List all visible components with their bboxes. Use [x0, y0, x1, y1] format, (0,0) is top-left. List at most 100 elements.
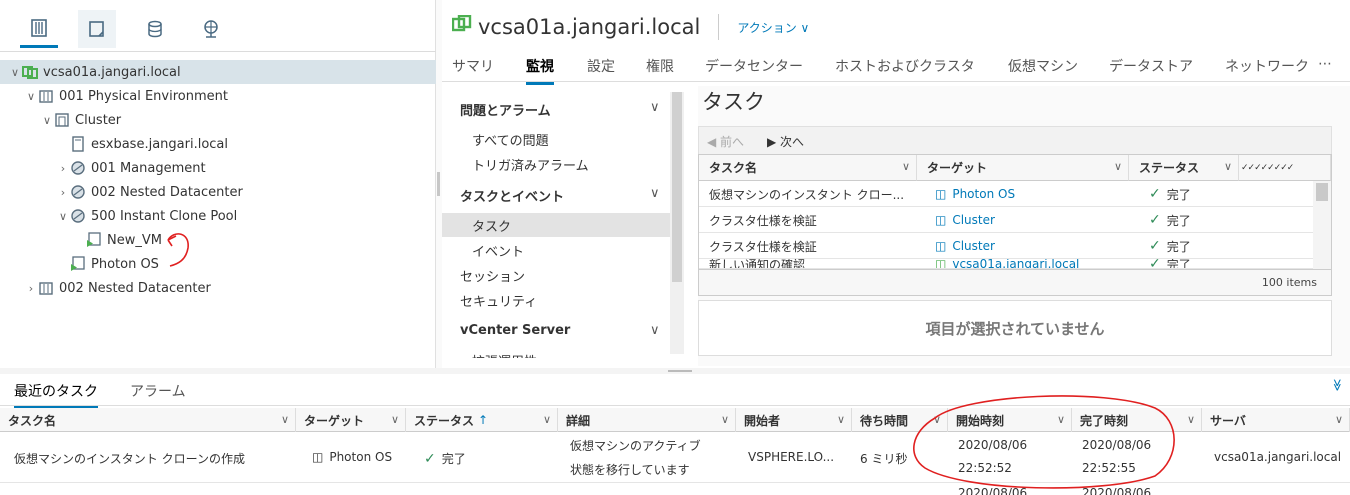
cell-target-link[interactable]: ◫ Photon OS	[935, 181, 1015, 207]
table-row[interactable]: 新しい通知の確認 ◫ vcsa01a.jangari.local ✓ 完了	[699, 259, 1313, 269]
tree-node-datacenter[interactable]: ∨ 001 Physical Environment	[0, 84, 436, 108]
chevron-right-icon[interactable]: ›	[56, 186, 70, 199]
cell-server-link[interactable]: vcsa01a.jangari.local	[1214, 450, 1341, 464]
check-icon: ✓	[1149, 259, 1161, 269]
tab-monitor[interactable]: 監視	[526, 56, 554, 85]
table-row[interactable]: クラスタ仕様を検証 ◫ Cluster ✓ 完了	[699, 233, 1313, 259]
nav-item-security[interactable]: セキュリティ	[442, 288, 670, 312]
column-header-status[interactable]: ステータス ↑ ∨	[406, 408, 558, 432]
chevron-down-icon[interactable]: ∨	[391, 413, 399, 426]
tab-configure[interactable]: 設定	[587, 56, 615, 82]
column-header-label: ステータス	[414, 413, 475, 428]
column-header-target[interactable]: ターゲット ∨	[917, 155, 1129, 181]
chevron-down-icon[interactable]: ∨	[1187, 413, 1195, 426]
tab-alarms[interactable]: アラーム	[130, 381, 186, 406]
chevron-down-icon[interactable]: ∨	[837, 413, 845, 426]
column-header-task-name[interactable]: タスク名 ∨	[699, 155, 917, 181]
column-header-label: 詳細	[566, 413, 591, 428]
tree-node-cluster[interactable]: ∨ Cluster	[0, 108, 436, 132]
tree-node-vm[interactable]: New_VM	[0, 228, 436, 252]
networking-tab[interactable]	[192, 10, 230, 48]
chevron-down-icon[interactable]: ∨	[281, 413, 289, 426]
tab-networks[interactable]: ネットワーク	[1225, 56, 1309, 82]
storage-tab[interactable]	[136, 10, 174, 48]
nav-item-triggered-alarms[interactable]: トリガ済みアラーム	[442, 152, 670, 176]
resource-pool-icon	[70, 184, 86, 200]
nav-section-tasks-events[interactable]: タスクとイベント ∨	[460, 186, 660, 205]
hosts-clusters-tab[interactable]	[20, 10, 58, 48]
tab-permissions[interactable]: 権限	[646, 56, 674, 82]
tab-hosts-clusters[interactable]: ホストおよびクラスタ	[835, 56, 975, 82]
tree-node-label: New_VM	[107, 232, 162, 248]
scrollbar-thumb[interactable]	[672, 92, 682, 282]
column-header-task-name[interactable]: タスク名 ∨	[0, 408, 296, 432]
chevron-right-icon[interactable]: ›	[24, 282, 38, 295]
prev-page-button[interactable]: ◀ 前へ	[707, 133, 744, 150]
tree-node-resource-pool[interactable]: › 001 Management	[0, 156, 436, 180]
cell-target-link[interactable]: ◫ vcsa01a.jangari.local	[935, 259, 1079, 269]
chevron-down-icon[interactable]: ∨	[24, 90, 38, 103]
tab-datacenters[interactable]: データセンター	[705, 56, 803, 82]
cell-target-link[interactable]: ◫ Cluster	[935, 233, 995, 259]
tab-recent-tasks[interactable]: 最近のタスク	[14, 381, 98, 409]
tree-node-resource-pool[interactable]: ∨ 500 Instant Clone Pool	[0, 204, 436, 228]
nav-section-issues[interactable]: 問題とアラーム ∨	[460, 100, 660, 119]
column-header-details[interactable]: 詳細 ∨	[558, 408, 736, 432]
tab-vms[interactable]: 仮想マシン	[1008, 56, 1078, 82]
tree-node-vm[interactable]: Photon OS	[0, 252, 436, 276]
splitter-grip[interactable]	[437, 172, 440, 196]
chevron-down-icon[interactable]: ∨	[1335, 413, 1343, 426]
pager: ◀ 前へ ▶ 次へ	[698, 126, 1332, 154]
vms-templates-tab[interactable]	[78, 10, 116, 48]
table-row[interactable]: 仮想マシンのインスタント クロー... ◫ Photon OS ✓ 完了	[699, 181, 1313, 207]
cluster-icon	[54, 112, 70, 128]
table-row[interactable]: クラスタ仕様を検証 ◫ Cluster ✓ 完了	[699, 207, 1313, 233]
nav-section-vcenter-server[interactable]: vCenter Server ∨	[460, 323, 660, 338]
nav-item-partial[interactable]: 拡張運用性	[442, 348, 670, 359]
cell-target-link[interactable]: ◫ Cluster	[935, 207, 995, 233]
chevron-down-icon[interactable]: ∨	[1224, 160, 1232, 173]
tree-node-vcenter[interactable]: ∨ vcsa01a.jangari.local	[0, 60, 436, 84]
splitter-grip[interactable]	[668, 370, 692, 372]
datacenter-icon	[38, 88, 54, 104]
nav-item-events[interactable]: イベント	[442, 238, 670, 262]
column-header-target[interactable]: ターゲット ∨	[296, 408, 406, 432]
scrollbar-thumb[interactable]	[1316, 183, 1328, 201]
vcenter-icon: ◫	[935, 259, 947, 269]
resource-pool-icon	[70, 160, 86, 176]
nav-scrollbar[interactable]	[670, 92, 684, 354]
tab-summary[interactable]: サマリ	[452, 56, 494, 82]
tree-node-host[interactable]: esxbase.jangari.local	[0, 132, 436, 156]
cluster-icon: ◫	[935, 213, 947, 227]
tree-node-label: 002 Nested Datacenter	[59, 280, 211, 296]
nav-item-sessions[interactable]: セッション	[442, 263, 670, 287]
cell-task-name: クラスタ仕様を検証	[709, 239, 817, 254]
next-page-button[interactable]: ▶ 次へ	[767, 133, 804, 150]
chevron-down-icon[interactable]: ∨	[721, 413, 729, 426]
sort-ascending-icon[interactable]: ↑	[478, 413, 488, 427]
column-header-status[interactable]: ステータス ∨	[1129, 155, 1239, 181]
column-header-collapsed[interactable]: ✓✓✓✓✓✓✓✓	[1239, 155, 1331, 181]
chevron-down-icon[interactable]: ∨	[543, 413, 551, 426]
tree-node-resource-pool[interactable]: › 002 Nested Datacenter	[0, 180, 436, 204]
chevron-down-icon[interactable]: ∨	[902, 160, 910, 173]
tab-datastores[interactable]: データストア	[1109, 56, 1193, 82]
more-tabs-button[interactable]: ⋯	[1318, 56, 1332, 78]
vcenter-icon	[22, 64, 38, 80]
chevron-down-icon[interactable]: ∨	[1114, 160, 1122, 173]
chevron-right-icon[interactable]: ›	[56, 162, 70, 175]
target-label: Photon OS	[952, 187, 1016, 201]
chevron-down-icon[interactable]: ∨	[56, 210, 70, 223]
column-header-label: ターゲット	[927, 161, 988, 175]
actions-menu-button[interactable]: アクション ∨	[737, 19, 809, 36]
nav-item-all-issues[interactable]: すべての問題	[442, 127, 670, 151]
collapse-panel-icon[interactable]: ≫	[1331, 379, 1345, 392]
chevron-down-icon[interactable]: ∨	[40, 114, 54, 127]
grid-scrollbar[interactable]	[1313, 181, 1331, 269]
nav-item-tasks[interactable]: タスク	[442, 213, 670, 237]
cell-target-link[interactable]: ◫ Photon OS	[312, 450, 392, 464]
chevron-down-icon[interactable]: ∨	[8, 66, 22, 79]
tree-node-datacenter[interactable]: › 002 Nested Datacenter	[0, 276, 436, 300]
column-header-server[interactable]: サーバ ∨	[1202, 408, 1350, 432]
column-header-initiator[interactable]: 開始者 ∨	[736, 408, 852, 432]
